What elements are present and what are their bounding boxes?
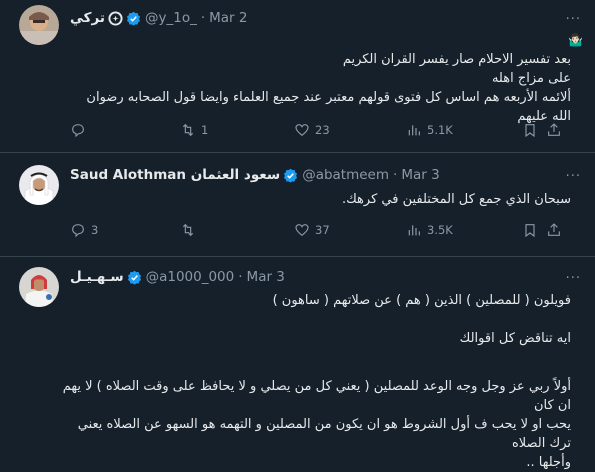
tweet-header: سـهـيـل @a1000_000 · Mar 3 <box>70 269 285 285</box>
like-count: 37 <box>315 223 330 237</box>
retweet-icon <box>182 123 194 137</box>
bookmark-button[interactable] <box>522 222 538 238</box>
like-button[interactable]: 23 <box>294 122 330 138</box>
tweet-actions: 3 37 3.5K <box>70 222 570 240</box>
share-icon <box>548 123 560 136</box>
more-icon[interactable]: ··· <box>566 271 581 286</box>
tweet-1[interactable]: تركي @y_1o_ · Mar 2 ··· 🤷🏻‍♂️ بعد تفسير … <box>0 0 595 151</box>
reply-count <box>91 123 95 137</box>
tweet-line: أولاً ربي عز وجل وجه الوعد للمصلين ( يعن… <box>62 379 571 413</box>
reply-icon <box>72 224 84 238</box>
retweet-count <box>201 223 205 237</box>
tweet-3[interactable]: سـهـيـل @a1000_000 · Mar 3 ··· فويلون ( … <box>0 257 595 470</box>
tweet-line: وأجلها .. <box>526 455 571 470</box>
tweet-line <box>61 310 571 329</box>
tweet-2[interactable]: Saud Alothman سعود العثمان @abatmeem · M… <box>0 153 595 255</box>
like-icon <box>295 224 309 237</box>
verified-icon <box>284 168 298 183</box>
reply-icon <box>72 124 84 138</box>
view-count: 5.1K <box>427 123 453 137</box>
tweet-text: سبحان الذي جمع كل المختلفين في كرهك. <box>71 190 571 209</box>
avatar[interactable] <box>19 165 59 205</box>
retweet-button[interactable]: 1 <box>180 122 208 138</box>
handle[interactable]: @y_1o_ <box>145 10 197 26</box>
views-icon <box>408 225 420 236</box>
timestamp[interactable]: Mar 3 <box>247 269 285 285</box>
bookmark-icon <box>525 124 535 138</box>
tweet-line: بعد تفسير الاحلام صار يفسر القران الكريم <box>342 52 571 67</box>
retweet-button[interactable] <box>180 222 205 238</box>
like-count: 23 <box>315 123 330 137</box>
avatar[interactable] <box>19 267 59 307</box>
tweet-line: يحب او لا يحب ف أول الشروط هو ان يكون من… <box>77 417 571 451</box>
view-count: 3.5K <box>427 223 453 237</box>
tweet-line: ألائمه الأربعه هم اساس كل فتوى قولهم معت… <box>86 90 571 124</box>
tweet-header: Saud Alothman سعود العثمان @abatmeem · M… <box>70 167 440 183</box>
share-icon <box>548 223 560 236</box>
emoji-icon: 🤷🏻‍♂️ <box>568 33 583 47</box>
reply-count: 3 <box>91 223 99 237</box>
tweet-text: بعد تفسير الاحلام صار يفسر القران الكريم… <box>71 50 571 126</box>
tweet-actions: 1 23 5.1K <box>70 122 570 140</box>
verified-icon <box>127 270 141 285</box>
handle[interactable]: @abatmeem <box>302 167 389 183</box>
tweet-line <box>61 348 571 367</box>
affiliate-badge-icon <box>108 10 123 26</box>
timestamp[interactable]: Mar 2 <box>209 10 247 26</box>
display-name[interactable]: سـهـيـل <box>70 269 124 285</box>
verified-icon <box>126 11 141 26</box>
more-icon[interactable]: ··· <box>566 169 581 184</box>
tweet-line: على مزاج اهله <box>491 71 571 86</box>
retweet-count: 1 <box>201 123 209 137</box>
share-button[interactable] <box>546 122 562 138</box>
avatar[interactable] <box>19 5 59 45</box>
reply-button[interactable]: 3 <box>70 222 98 238</box>
handle[interactable]: @a1000_000 <box>146 269 235 285</box>
bookmark-button[interactable] <box>522 122 538 138</box>
tweet-header: تركي @y_1o_ · Mar 2 <box>70 10 247 26</box>
like-button[interactable]: 37 <box>294 222 330 238</box>
reply-button[interactable] <box>70 122 95 138</box>
bookmark-icon <box>525 224 535 238</box>
tweet-line: ايه تناقض كل اقوالك <box>459 331 571 346</box>
timeline-feed: تركي @y_1o_ · Mar 2 ··· 🤷🏻‍♂️ بعد تفسير … <box>0 0 595 470</box>
display-name[interactable]: تركي <box>70 10 105 26</box>
display-name[interactable]: Saud Alothman سعود العثمان <box>70 167 280 183</box>
retweet-icon <box>182 223 194 237</box>
like-icon <box>295 124 309 137</box>
more-icon[interactable]: ··· <box>566 12 581 27</box>
share-button[interactable] <box>546 222 562 238</box>
timestamp[interactable]: Mar 3 <box>401 167 439 183</box>
separator-dot: · <box>238 269 243 285</box>
separator-dot: · <box>200 10 206 26</box>
separator-dot: · <box>393 167 398 183</box>
views-button[interactable]: 3.5K <box>406 222 453 238</box>
views-icon <box>408 125 420 136</box>
tweet-line: سبحان الذي جمع كل المختلفين في كرهك. <box>341 192 571 207</box>
views-button[interactable]: 5.1K <box>406 122 453 138</box>
tweet-line: فويلون ( للمصلين ) الذين ( هم ) عن صلاته… <box>272 293 571 308</box>
